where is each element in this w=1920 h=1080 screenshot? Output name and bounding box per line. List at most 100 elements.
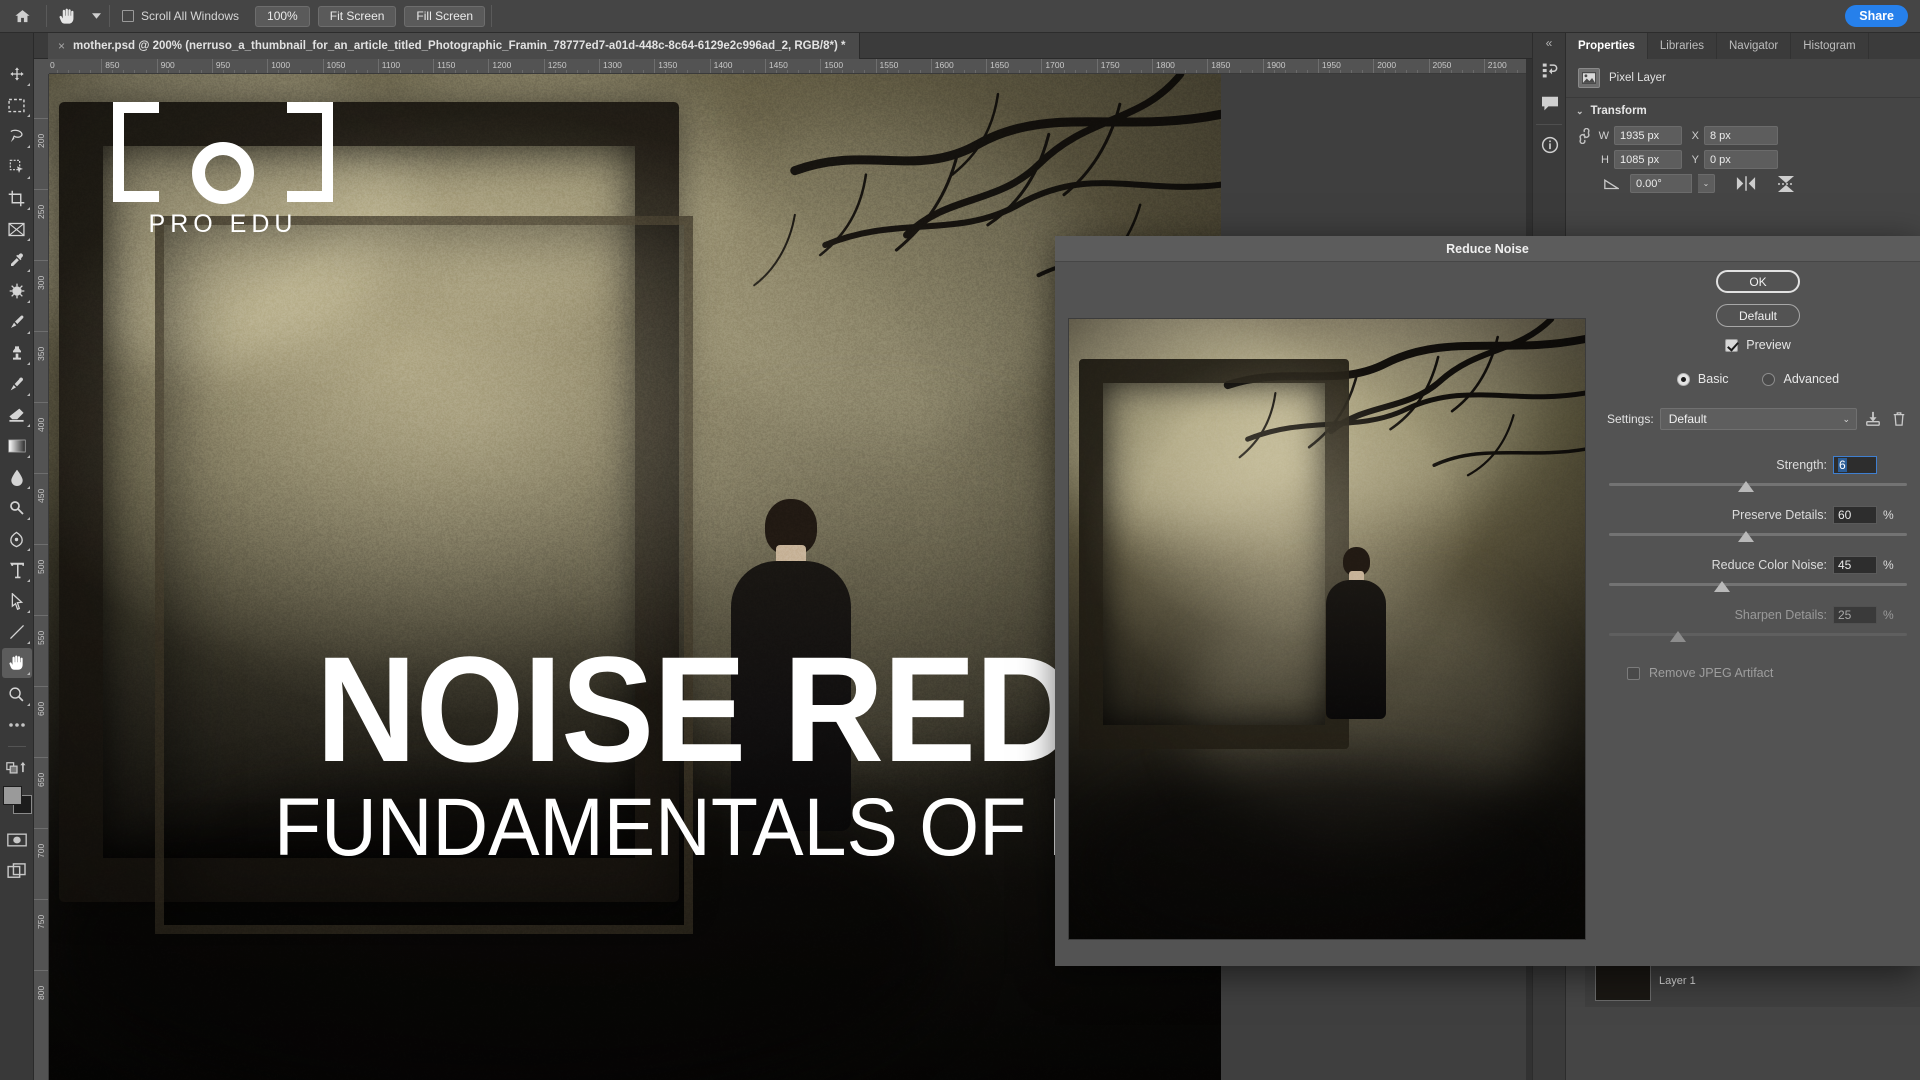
zoom-100-button[interactable]: 100% bbox=[255, 6, 310, 27]
tab-histogram[interactable]: Histogram bbox=[1791, 33, 1868, 59]
angle-dropdown-icon[interactable]: ⌄ bbox=[1698, 174, 1715, 193]
object-selection-tool[interactable] bbox=[2, 152, 32, 182]
preview-checkbox-row[interactable]: Preview bbox=[1603, 338, 1913, 352]
slider-value-field[interactable]: 60 bbox=[1833, 506, 1877, 524]
scroll-all-windows-checkbox[interactable]: Scroll All Windows bbox=[112, 9, 251, 23]
share-button[interactable]: Share bbox=[1845, 5, 1908, 27]
remove-jpeg-checkbox[interactable] bbox=[1627, 667, 1640, 680]
blur-tool[interactable] bbox=[2, 462, 32, 492]
document-tab[interactable]: × mother.psd @ 200% (nerruso_a_thumbnail… bbox=[48, 33, 860, 59]
foreground-color-swatch[interactable] bbox=[3, 786, 22, 805]
ruler-label: 1550 bbox=[880, 60, 899, 70]
tab-navigator[interactable]: Navigator bbox=[1717, 33, 1791, 59]
rectangular-marquee-tool[interactable] bbox=[2, 90, 32, 120]
ruler-label: 1750 bbox=[1101, 60, 1120, 70]
chevron-down-icon[interactable] bbox=[85, 0, 107, 33]
default-button[interactable]: Default bbox=[1716, 304, 1800, 327]
info-icon[interactable] bbox=[1533, 128, 1567, 162]
figure-body bbox=[731, 561, 851, 831]
type-tool[interactable] bbox=[2, 555, 32, 585]
hand-tool[interactable] bbox=[2, 648, 32, 678]
options-bar: Scroll All Windows 100% Fit Screen Fill … bbox=[0, 0, 1920, 33]
dodge-tool[interactable] bbox=[2, 493, 32, 523]
lasso-tool[interactable] bbox=[2, 121, 32, 151]
comments-icon[interactable] bbox=[1533, 87, 1567, 121]
actions-icon[interactable] bbox=[1533, 53, 1567, 87]
slider-track[interactable] bbox=[1609, 633, 1907, 636]
reduce-color-noise-slider[interactable]: Reduce Color Noise:45% bbox=[1603, 556, 1913, 586]
save-preset-icon[interactable] bbox=[1863, 409, 1883, 429]
divider bbox=[109, 5, 110, 27]
settings-select[interactable]: Default ⌄ bbox=[1660, 408, 1857, 430]
preview-checkbox[interactable] bbox=[1725, 339, 1738, 352]
spot-healing-brush-tool[interactable] bbox=[2, 276, 32, 306]
hand-tool-icon[interactable] bbox=[49, 0, 85, 33]
ok-button[interactable]: OK bbox=[1716, 270, 1800, 293]
sharpen-details-slider[interactable]: Sharpen Details:25% bbox=[1603, 606, 1913, 636]
transform-section-header[interactable]: ⌄ Transform bbox=[1566, 98, 1920, 124]
slider-thumb[interactable] bbox=[1738, 481, 1754, 492]
slider-value-field[interactable]: 6 bbox=[1833, 456, 1877, 474]
ruler-label: 550 bbox=[36, 631, 46, 645]
slider-track[interactable] bbox=[1609, 533, 1907, 536]
frame-tool[interactable] bbox=[2, 214, 32, 244]
crop-tool[interactable] bbox=[2, 183, 32, 213]
pen-tool[interactable] bbox=[2, 524, 32, 554]
strength-slider[interactable]: Strength:6 bbox=[1603, 456, 1913, 486]
history-brush-tool[interactable] bbox=[2, 369, 32, 399]
preserve-details-slider[interactable]: Preserve Details:60% bbox=[1603, 506, 1913, 536]
brush-tool[interactable] bbox=[2, 307, 32, 337]
height-field[interactable]: 1085 px bbox=[1614, 150, 1682, 169]
x-field[interactable]: 8 px bbox=[1704, 126, 1778, 145]
flip-vertical-icon[interactable] bbox=[1773, 174, 1799, 193]
advanced-radio[interactable]: Advanced bbox=[1762, 372, 1839, 386]
slider-track[interactable] bbox=[1609, 483, 1907, 486]
collapse-panels-icon[interactable]: « bbox=[1533, 33, 1565, 53]
logo-text: PRO EDU bbox=[113, 210, 333, 239]
eraser-tool[interactable] bbox=[2, 400, 32, 430]
ruler-tick bbox=[34, 544, 49, 545]
slider-value-field[interactable]: 45 bbox=[1833, 556, 1877, 574]
width-field[interactable]: 1935 px bbox=[1614, 126, 1682, 145]
slider-track[interactable] bbox=[1609, 583, 1907, 586]
angle-field[interactable]: 0.00° bbox=[1630, 174, 1692, 193]
ruler-label: 500 bbox=[36, 560, 46, 574]
quick-mask-icon[interactable] bbox=[2, 825, 32, 855]
slider-thumb[interactable] bbox=[1670, 631, 1686, 642]
path-selection-tool[interactable] bbox=[2, 586, 32, 616]
ruler-tick bbox=[1318, 59, 1319, 74]
remove-jpeg-row[interactable]: Remove JPEG Artifact bbox=[1603, 656, 1913, 680]
home-icon[interactable] bbox=[0, 0, 44, 33]
pixel-layer-icon bbox=[1578, 68, 1600, 88]
bracket-bottom-right-h bbox=[287, 191, 333, 202]
slider-thumb[interactable] bbox=[1738, 531, 1754, 542]
fit-screen-button[interactable]: Fit Screen bbox=[318, 6, 397, 27]
swap-colors-icon[interactable] bbox=[2, 752, 32, 782]
slider-value-field[interactable]: 25 bbox=[1833, 606, 1877, 624]
screen-mode-icon[interactable] bbox=[2, 856, 32, 886]
tab-properties[interactable]: Properties bbox=[1566, 33, 1648, 59]
color-swatches[interactable] bbox=[2, 785, 32, 815]
basic-radio[interactable]: Basic bbox=[1677, 372, 1729, 386]
fill-screen-button[interactable]: Fill Screen bbox=[404, 6, 485, 27]
zoom-tool[interactable] bbox=[2, 679, 32, 709]
slider-thumb[interactable] bbox=[1714, 581, 1730, 592]
trash-icon[interactable] bbox=[1889, 409, 1909, 429]
clone-stamp-tool[interactable] bbox=[2, 338, 32, 368]
tab-libraries[interactable]: Libraries bbox=[1648, 33, 1717, 59]
line-shape-tool[interactable] bbox=[2, 617, 32, 647]
gradient-tool[interactable] bbox=[2, 431, 32, 461]
ruler-tick bbox=[101, 59, 102, 74]
close-icon[interactable]: × bbox=[58, 39, 65, 53]
y-field[interactable]: 0 px bbox=[1704, 150, 1778, 169]
slider-label: Preserve Details: bbox=[1732, 508, 1827, 522]
ruler-label: 450 bbox=[36, 489, 46, 503]
eyedropper-tool[interactable] bbox=[2, 245, 32, 275]
ruler-tick bbox=[1429, 59, 1430, 74]
dialog-preview-image[interactable] bbox=[1068, 318, 1586, 940]
flip-horizontal-icon[interactable] bbox=[1733, 174, 1759, 193]
ruler-label: 1300 bbox=[603, 60, 622, 70]
move-tool[interactable] bbox=[2, 59, 32, 89]
link-chain-icon[interactable] bbox=[1576, 128, 1592, 144]
edit-toolbar-icon[interactable] bbox=[2, 710, 32, 740]
